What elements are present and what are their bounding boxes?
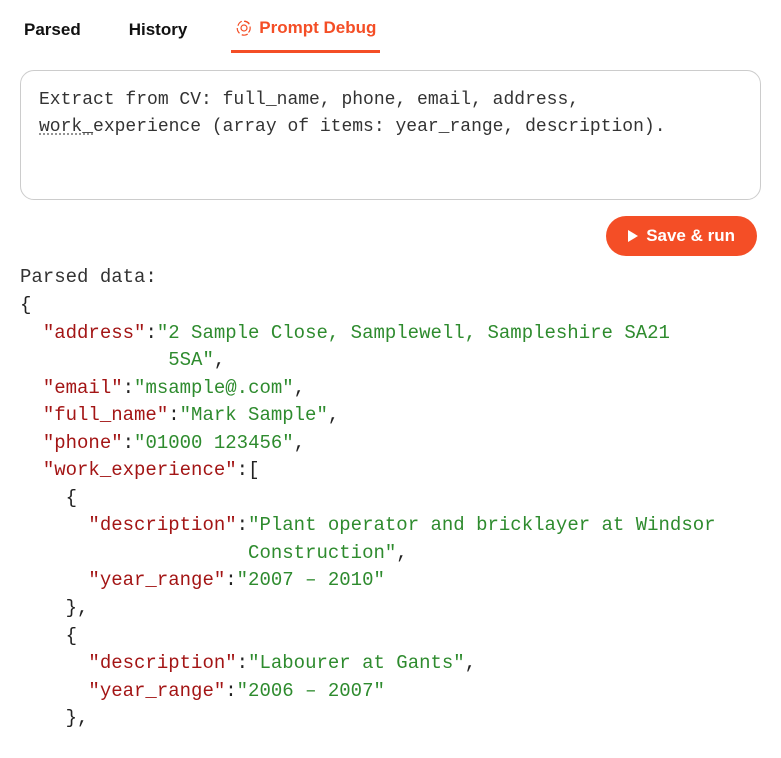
parsed-data-code: { "address":"2 Sample Close, Samplewell,…	[20, 292, 761, 733]
prompt-text: Extract from CV: full_name, phone, email…	[39, 87, 742, 141]
tab-parsed[interactable]: Parsed	[20, 12, 85, 53]
prompt-line-1: Extract from CV: full_name, phone, email…	[39, 90, 579, 110]
tab-history-label: History	[129, 20, 188, 40]
button-row: Save & run	[20, 216, 761, 256]
tab-prompt-debug[interactable]: Prompt Debug	[231, 12, 380, 53]
prompt-textarea[interactable]: Extract from CV: full_name, phone, email…	[20, 70, 761, 200]
tab-parsed-label: Parsed	[24, 20, 81, 40]
content-area: Extract from CV: full_name, phone, email…	[0, 54, 781, 733]
save-and-run-button[interactable]: Save & run	[606, 216, 757, 256]
prompt-line-2a: work_	[39, 117, 93, 137]
parsed-data-label: Parsed data:	[20, 266, 761, 288]
tab-history[interactable]: History	[125, 12, 192, 53]
play-icon	[628, 230, 638, 242]
tab-prompt-debug-label: Prompt Debug	[259, 18, 376, 38]
openai-icon	[235, 19, 253, 37]
save-and-run-label: Save & run	[646, 226, 735, 246]
tab-bar: Parsed History Prompt Debug	[0, 0, 781, 54]
prompt-line-2b: experience (array of items: year_range, …	[93, 117, 666, 137]
